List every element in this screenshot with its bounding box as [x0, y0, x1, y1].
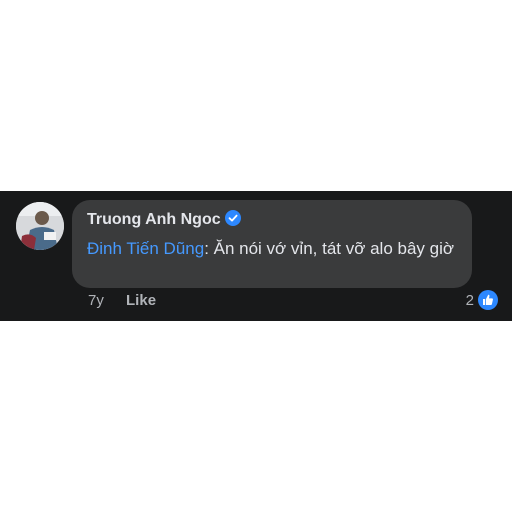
avatar[interactable]	[16, 202, 64, 250]
reaction-count: 2	[465, 291, 474, 309]
author-name[interactable]: Truong Anh Ngoc	[87, 211, 221, 228]
comment-strip: Truong Anh Ngoc Đinh Tiến Dũng: Ăn nói v…	[0, 191, 512, 321]
comment-time[interactable]: 7y	[88, 292, 104, 309]
thumbs-up-icon	[478, 290, 498, 310]
comment-message: : Ăn nói vớ vỉn, tát vỡ alo bây giờ	[204, 239, 455, 258]
like-button[interactable]: Like	[126, 292, 156, 309]
mention-link[interactable]: Đinh Tiến Dũng	[87, 239, 204, 258]
reaction-summary[interactable]: 2	[466, 290, 498, 310]
comment-meta: 7y Like	[88, 292, 156, 309]
comment-author[interactable]: Truong Anh Ngoc	[87, 210, 241, 229]
verified-badge-icon	[224, 210, 241, 226]
avatar-photo	[16, 202, 64, 250]
comment-bubble: Truong Anh Ngoc Đinh Tiến Dũng: Ăn nói v…	[72, 200, 472, 288]
comment-text: Đinh Tiến Dũng: Ăn nói vớ vỉn, tát vỡ al…	[87, 236, 462, 261]
